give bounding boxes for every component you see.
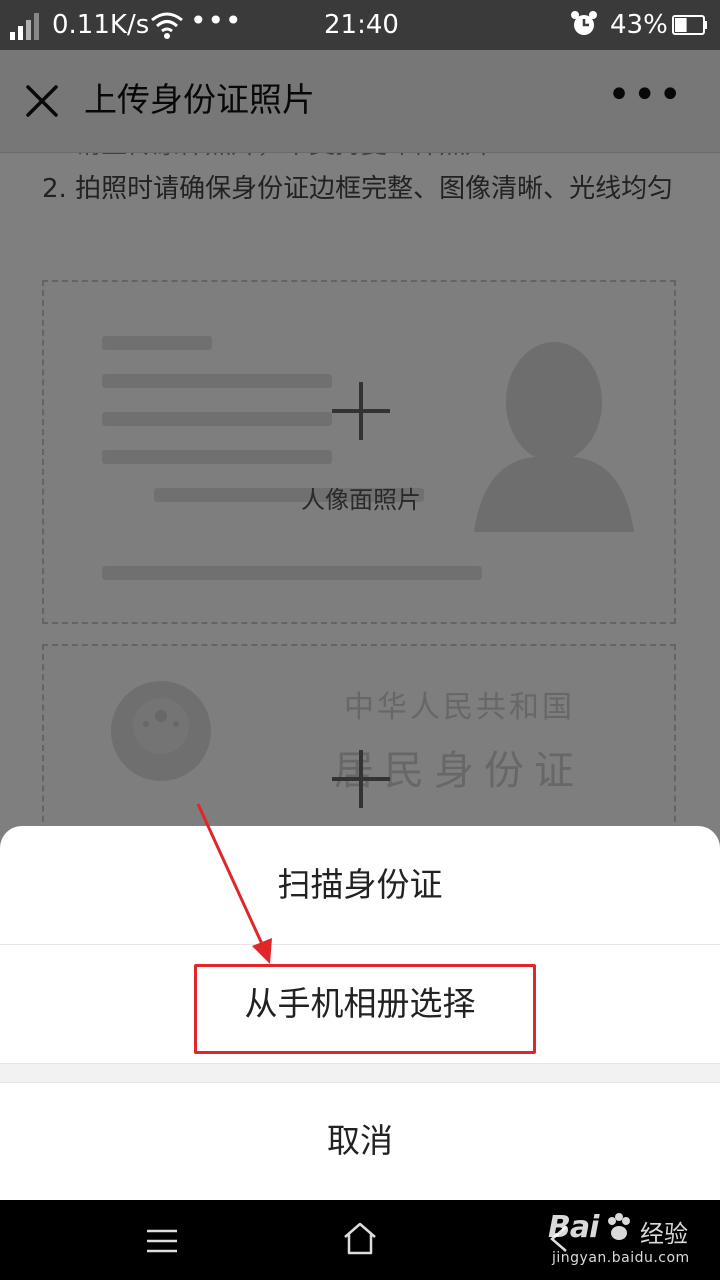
- menu-icon[interactable]: [146, 1228, 178, 1254]
- notification-dots-icon: •••: [190, 4, 243, 37]
- wifi-icon: [151, 12, 183, 39]
- watermark-domain: jingyan.baidu.com: [552, 1250, 690, 1266]
- home-icon[interactable]: [342, 1220, 378, 1256]
- status-bar: 0.11K/s ••• 21:40 43%: [0, 0, 720, 50]
- cancel-button[interactable]: 取消: [0, 1082, 720, 1200]
- clock: 21:40: [324, 10, 399, 40]
- battery-percent: 43%: [610, 10, 668, 40]
- sheet-divider: [0, 1063, 720, 1083]
- alarm-icon: [571, 11, 597, 35]
- net-speed: 0.11K/s: [52, 10, 150, 40]
- baidu-jingyan-watermark: Bai 经验 jingyan.baidu.com: [548, 1210, 716, 1276]
- battery-icon: [672, 15, 707, 35]
- watermark-jingyan: 经验: [640, 1220, 688, 1248]
- signal-icon: [10, 12, 44, 40]
- watermark-logo: Bai: [548, 1210, 599, 1245]
- annotation-highlight: [194, 964, 536, 1054]
- screen: 0.11K/s ••• 21:40 43% 上传身份证照片 •••: [0, 0, 720, 1280]
- scan-id-option[interactable]: 扫描身份证: [0, 826, 720, 945]
- paw-icon: [608, 1213, 630, 1240]
